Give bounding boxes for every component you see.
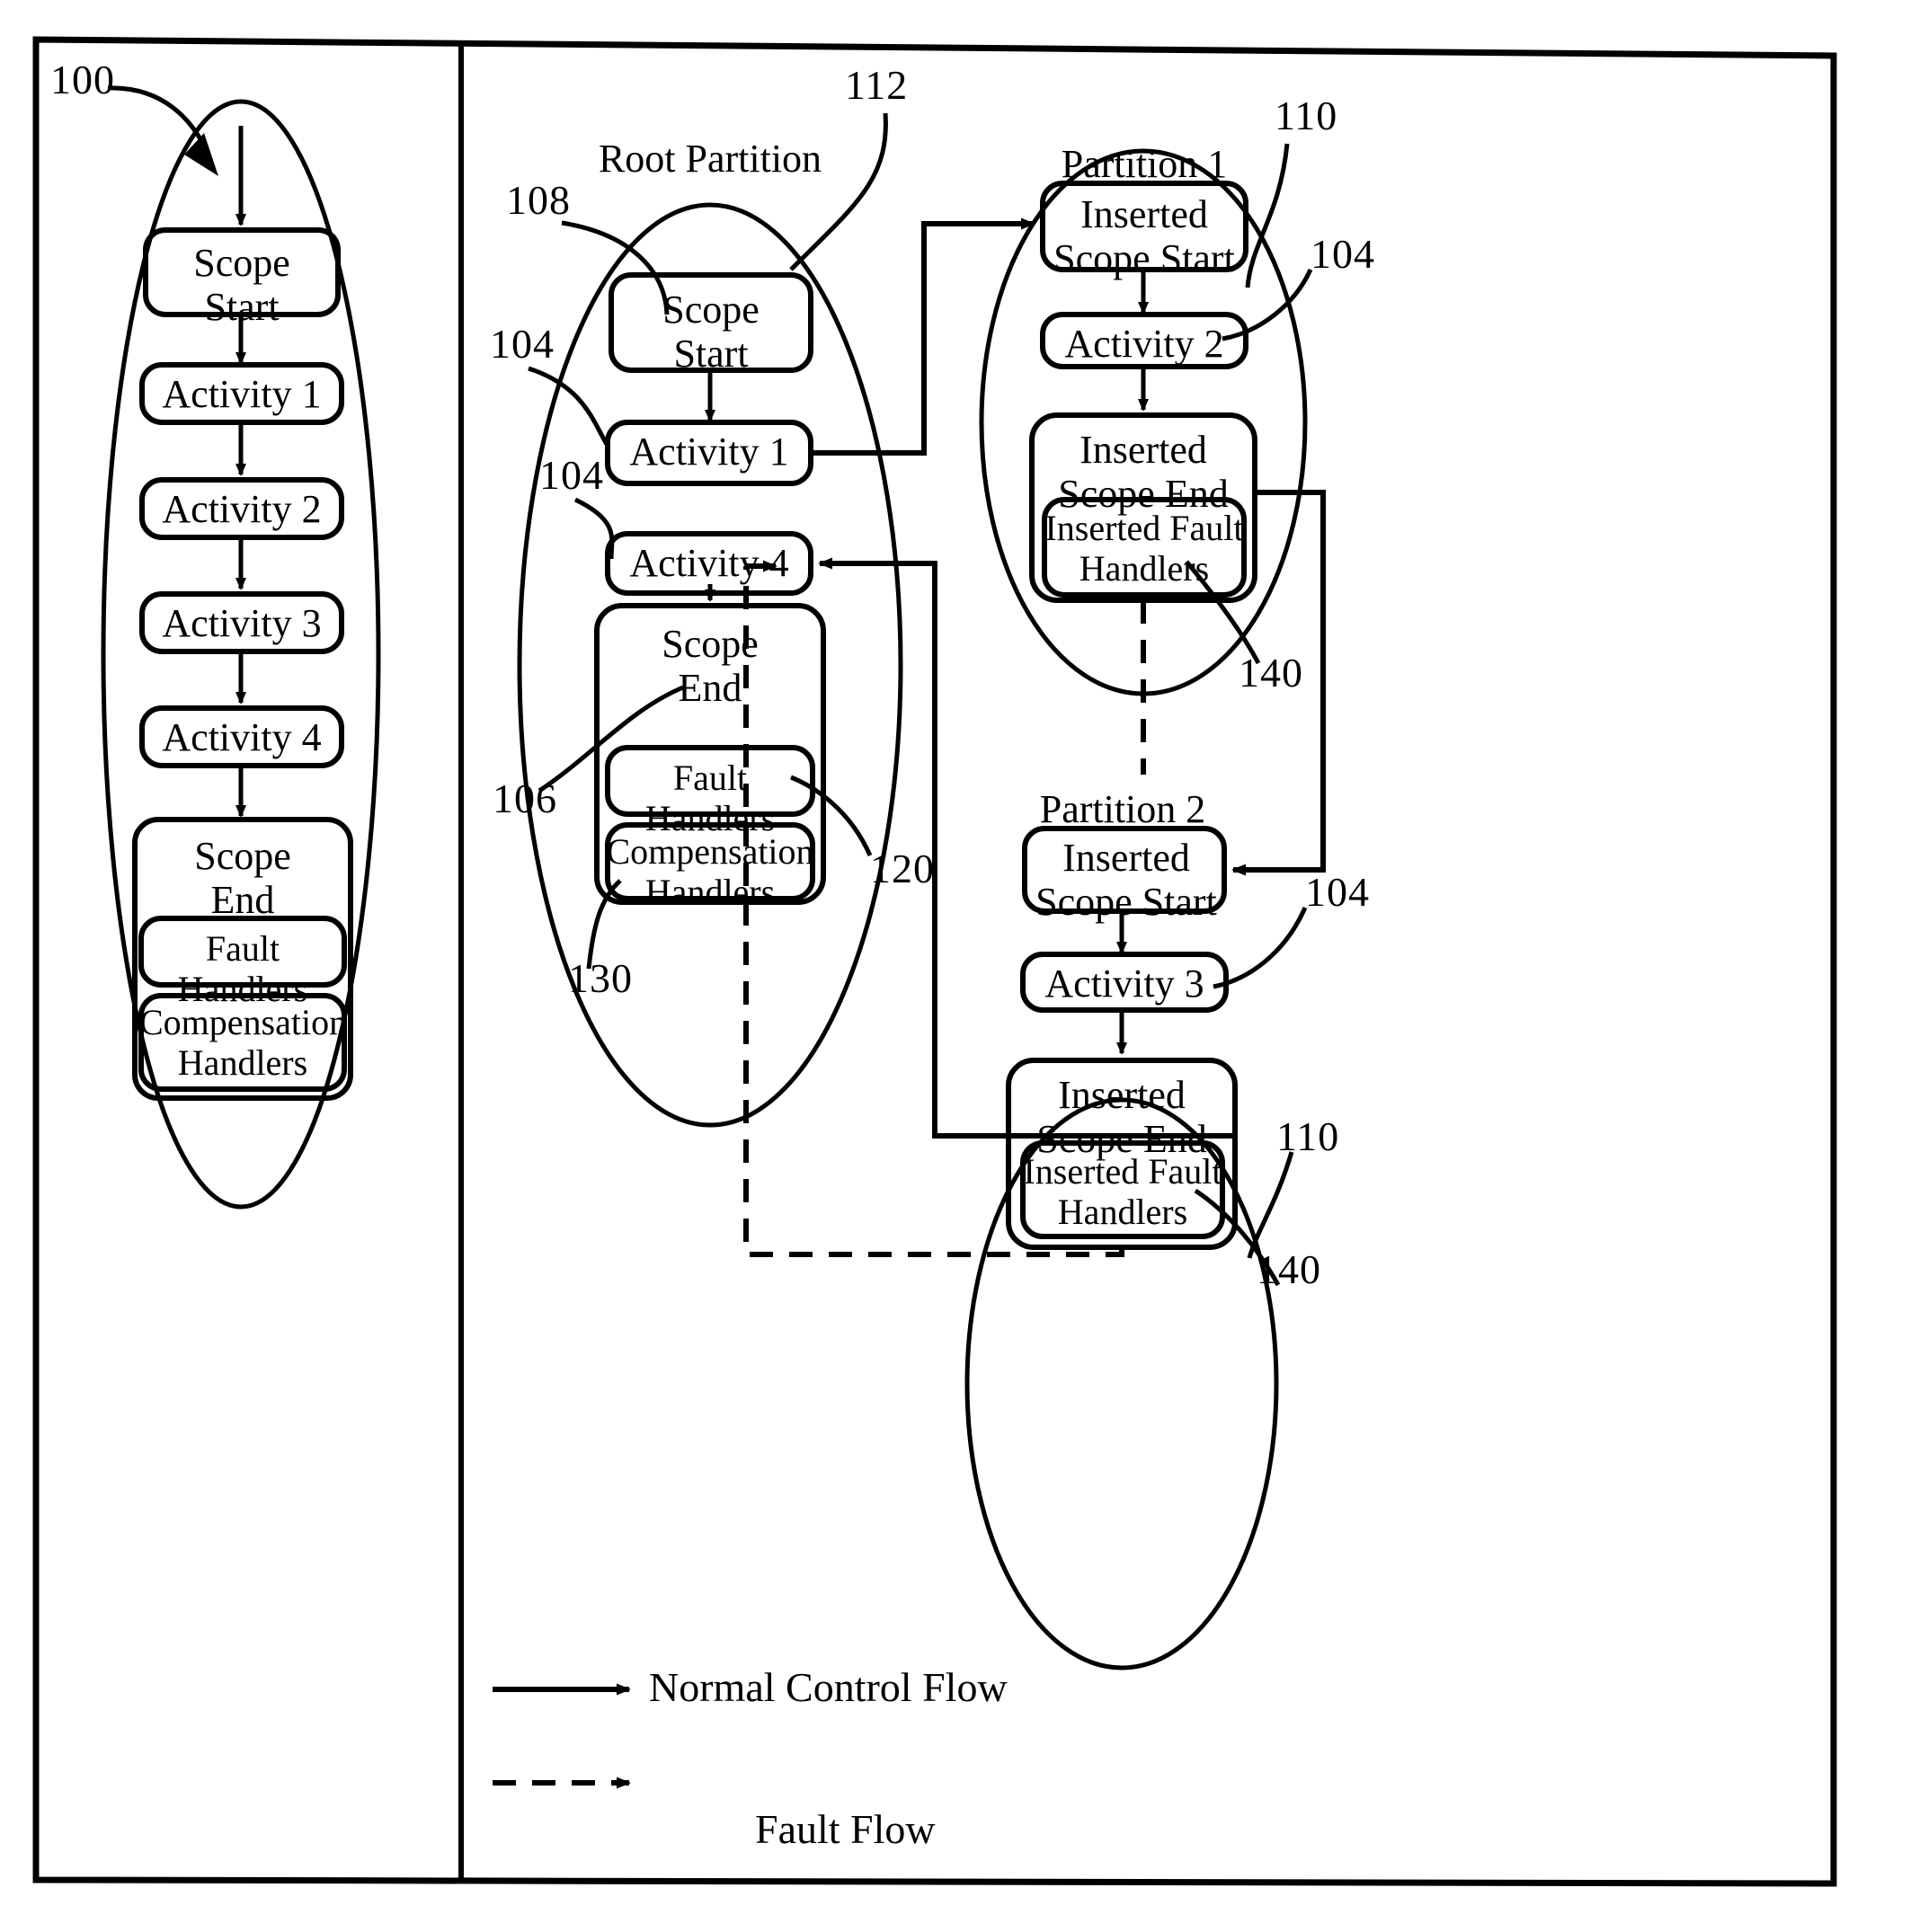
ref-104-activity-2: 104 — [1311, 231, 1375, 277]
legend-graphics — [493, 1683, 631, 1789]
ref-120-handlers: 120 — [870, 846, 935, 891]
ref-140-partition-2: 140 — [1257, 1246, 1321, 1292]
ref-110-partition-2: 110 — [1276, 1113, 1340, 1159]
ref-140-partition-1: 140 — [1239, 650, 1303, 696]
ref-106-scope-end: 106 — [493, 775, 557, 821]
ref-100: 100 — [50, 57, 115, 102]
partition-2-graphics — [964, 906, 1308, 1671]
ref-112: 112 — [845, 62, 909, 108]
ref-130-fault-flow: 130 — [568, 955, 633, 1001]
figure-vector-layer — [32, 36, 1837, 1887]
ref-104-activity-1: 104 — [490, 321, 555, 367]
ref-108: 108 — [506, 177, 571, 223]
ref-104-activity-3: 104 — [1305, 869, 1370, 915]
ref-104-activity-4: 104 — [539, 452, 604, 498]
patent-figure: 100 Scope Start Activity 1 Activity 2 Ac… — [0, 0, 1928, 1932]
ref-110-partition-1: 110 — [1275, 93, 1338, 138]
